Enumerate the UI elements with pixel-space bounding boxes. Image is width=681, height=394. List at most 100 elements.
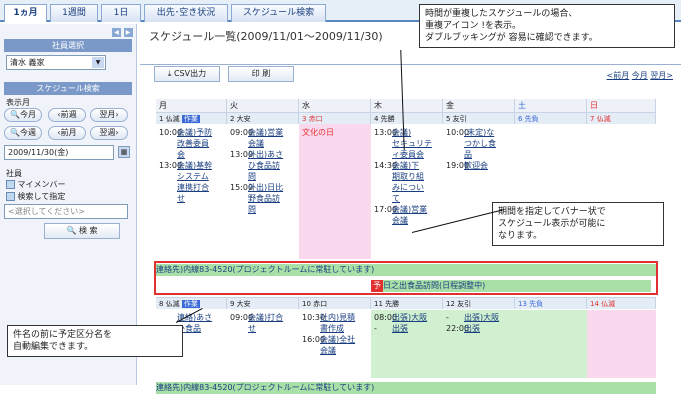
day-cell-6[interactable]: 6 先負 xyxy=(515,112,587,124)
entry-title[interactable]: 出張)大阪 xyxy=(392,313,427,322)
schedule-entry[interactable]: - 出張 xyxy=(374,323,427,334)
entry-title[interactable]: 野食品訪 xyxy=(248,194,280,203)
entry-title[interactable]: 外出)あさ xyxy=(248,150,283,159)
entry-title[interactable]: て xyxy=(392,194,400,203)
schedule-entry[interactable]: 品 xyxy=(446,149,496,160)
entry-title[interactable]: 会議)全社 xyxy=(320,335,355,344)
search-specify-link[interactable]: 検索して指定 xyxy=(6,191,65,202)
schedule-entry[interactable]: みについ xyxy=(374,182,432,193)
my-member-link[interactable]: マイメンバー xyxy=(6,179,66,190)
entry-title[interactable]: 外出)日比 xyxy=(248,183,283,192)
day-cell-10[interactable]: 10 赤口 xyxy=(299,297,371,309)
schedule-entry[interactable]: 14:30会議)下 xyxy=(374,160,432,171)
schedule-entry[interactable]: て xyxy=(374,193,432,204)
arrow-left-icon[interactable]: ◀ xyxy=(112,28,121,37)
events-tue1[interactable]: 09:00会議)営業 会議 13:00外出)あさ ひ食品訪問 15:00外出)日比 野食品… xyxy=(230,127,283,215)
schedule-entry[interactable]: ィ委員会 xyxy=(374,149,432,160)
next-month-link[interactable]: 翌月> xyxy=(650,71,673,80)
events-fri2[interactable]: - 出張)大阪 22:00出張 xyxy=(446,312,499,334)
next-month-button[interactable]: 翌月› xyxy=(90,108,128,122)
day-cell-2[interactable]: 2 大安 xyxy=(227,112,299,124)
entry-title[interactable]: 会議 xyxy=(248,139,264,148)
events-wed2[interactable]: 10:30社内)見積 書作成 16:00会議)全社 会議 xyxy=(302,312,355,356)
tab-week[interactable]: 1週間 xyxy=(50,4,98,22)
employee-select[interactable]: 清水 義家 ▼ xyxy=(6,55,106,70)
sidebar-arrows[interactable]: ◀ ▶ xyxy=(112,27,133,37)
entry-title[interactable]: 会議)予防 xyxy=(177,128,212,137)
entry-title[interactable]: 会議) xyxy=(392,128,411,137)
entry-title[interactable]: 品 xyxy=(464,150,472,159)
calendar-icon[interactable]: ▦ xyxy=(118,146,130,158)
entry-title[interactable]: 会議)下 xyxy=(392,161,419,170)
date-input[interactable]: 2009/11/30(金) xyxy=(4,145,114,160)
schedule-entry[interactable]: せ xyxy=(230,323,283,334)
schedule-entry[interactable]: せ xyxy=(159,193,212,204)
schedule-entry[interactable]: 09:00会議)営業 xyxy=(230,127,283,138)
next-week-button[interactable]: 翌週› xyxy=(90,126,128,140)
entry-title[interactable]: 会議)基幹 xyxy=(177,161,212,170)
schedule-entry[interactable]: つかし食 xyxy=(446,138,496,149)
day-cell-1[interactable]: 1 仏滅 作業 xyxy=(156,112,227,124)
entry-title[interactable]: セキュリテ xyxy=(392,139,432,148)
day-cell-11[interactable]: 11 先勝 xyxy=(371,297,443,309)
entry-title[interactable]: 会議)打合 xyxy=(248,313,283,322)
entry-title[interactable]: 出張 xyxy=(464,324,480,333)
entry-title[interactable]: 連携打合 xyxy=(177,183,209,192)
schedule-entry[interactable]: 会議 xyxy=(374,215,432,226)
entry-title[interactable]: 会議)営業 xyxy=(248,128,283,137)
entry-title[interactable]: 期取り組 xyxy=(392,172,424,181)
entry-title[interactable]: 問 xyxy=(248,172,256,181)
schedule-entry[interactable]: ひ食品訪 xyxy=(230,160,283,171)
day-cell-13[interactable]: 13 先負 xyxy=(515,297,587,309)
this-month-link[interactable]: 今月 xyxy=(632,71,648,80)
schedule-entry[interactable]: - 出張)大阪 xyxy=(446,312,499,323)
schedule-entry[interactable]: 09:00会議)打合 xyxy=(230,312,283,323)
entry-title[interactable]: 改善委員 xyxy=(177,139,209,148)
schedule-entry[interactable]: 17:00会議)営業 xyxy=(374,204,432,215)
tab-availability[interactable]: 出先･空き状況 xyxy=(144,4,228,22)
events-tue2[interactable]: 09:00会議)打合せ xyxy=(230,312,283,334)
day-cell-14[interactable]: 14 仏滅 xyxy=(587,297,656,309)
entry-title[interactable]: みについ xyxy=(392,183,424,192)
schedule-entry[interactable]: 会 xyxy=(159,149,212,160)
this-week-button[interactable]: 🔍今週 xyxy=(4,126,42,140)
day-cell-3[interactable]: 3 赤口 xyxy=(299,112,371,124)
schedule-entry[interactable]: 10:00会議)予防 xyxy=(159,127,212,138)
csv-export-button[interactable]: ⤓ CSV出力 xyxy=(154,66,220,82)
banner-contact-week2[interactable]: 連絡先)内線83-4520(プロジェクトルームに常駐しています) xyxy=(156,382,656,394)
schedule-entry[interactable]: 13:00会議)基幹 xyxy=(159,160,212,171)
day-cell-9[interactable]: 9 大安 xyxy=(227,297,299,309)
entry-title[interactable]: 問 xyxy=(248,205,256,214)
schedule-entry[interactable]: 15:00外出)日比 xyxy=(230,182,283,193)
schedule-entry[interactable]: 連携打合 xyxy=(159,182,212,193)
entry-title[interactable]: せ xyxy=(177,194,185,203)
entry-title[interactable]: 会議)営業 xyxy=(392,205,427,214)
events-thu2[interactable]: 08:00出張)大阪 - 出張 xyxy=(374,312,427,334)
day-cell-4[interactable]: 4 先勝 xyxy=(371,112,443,124)
entry-title[interactable]: (未定)な xyxy=(464,128,494,137)
day-cell-8[interactable]: 8 仏滅 作業 xyxy=(156,297,227,309)
schedule-entry[interactable]: 19:00歓迎会 xyxy=(446,160,496,171)
entry-title[interactable]: 社内)見積 xyxy=(320,313,355,322)
entry-title[interactable]: ィ委員会 xyxy=(392,150,424,159)
entry-title[interactable]: 会議 xyxy=(392,216,408,225)
tab-day[interactable]: 1日 xyxy=(101,4,141,22)
schedule-entry[interactable]: システム xyxy=(159,171,212,182)
arrow-right-icon[interactable]: ▶ xyxy=(123,28,133,37)
prev-month-link[interactable]: <前月 xyxy=(607,71,630,80)
entry-title[interactable]: 会 xyxy=(177,150,185,159)
schedule-entry[interactable]: 書作成 xyxy=(302,323,355,334)
day-cell-12[interactable]: 12 友引 xyxy=(443,297,515,309)
tab-month[interactable]: 1ヵ月 xyxy=(4,4,47,22)
events-fri1[interactable]: 10:00(未定)な つかし食品 19:00歓迎会 xyxy=(446,127,496,171)
schedule-entry[interactable]: 08:00出張)大阪 xyxy=(374,312,427,323)
prev-month-button[interactable]: ‹前月 xyxy=(48,126,86,140)
tab-schedule-search[interactable]: スケジュール検索 xyxy=(231,4,326,22)
entry-title[interactable]: 歓迎会 xyxy=(464,161,488,170)
schedule-entry[interactable]: 16:00会議)全社 xyxy=(302,334,355,345)
prev-week-button[interactable]: ‹前週 xyxy=(48,108,86,122)
print-button[interactable]: 印 刷 xyxy=(228,66,294,82)
entry-title[interactable]: つかし食 xyxy=(464,139,496,148)
employee-picker[interactable]: <選択してください> xyxy=(4,204,128,219)
schedule-entry[interactable]: 問 xyxy=(230,204,283,215)
